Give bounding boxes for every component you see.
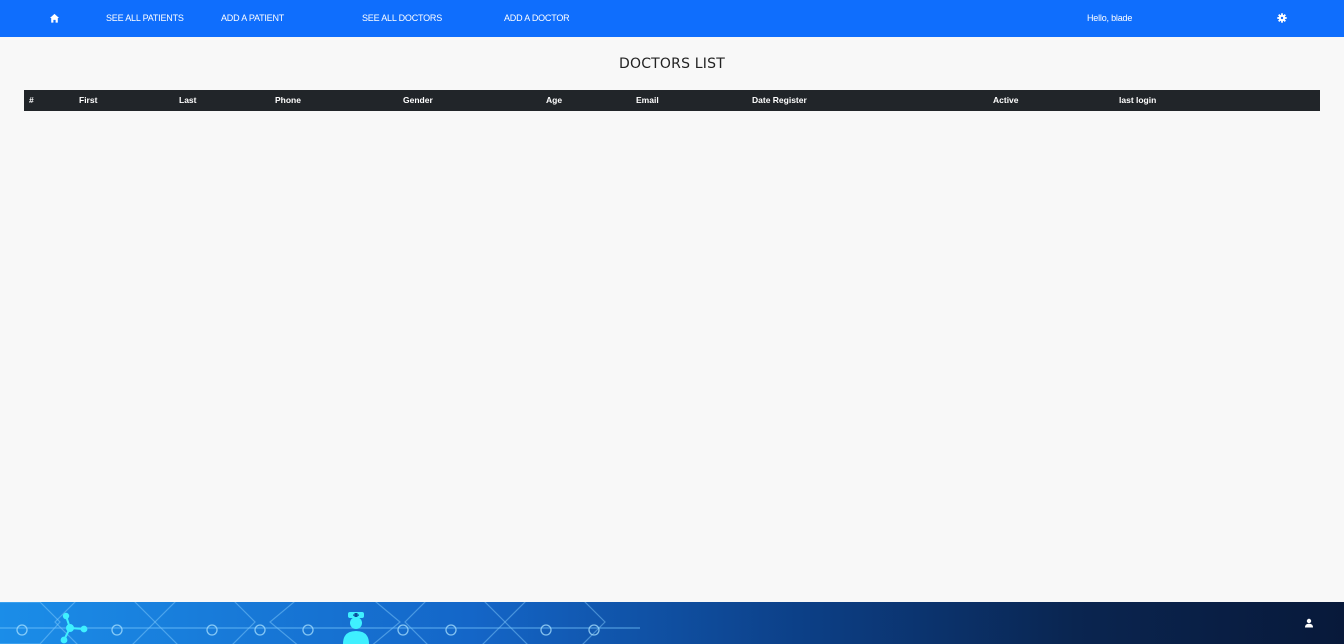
nav-see-all-doctors[interactable]: SEE ALL DOCTORS <box>362 0 442 37</box>
home-icon[interactable] <box>49 13 60 24</box>
column-header-gender: Gender <box>403 95 433 105</box>
doctors-table-header: # First Last Phone Gender Age Email Date… <box>24 90 1320 111</box>
gear-icon[interactable] <box>1277 13 1287 23</box>
nav-see-all-patients[interactable]: SEE ALL PATIENTS <box>106 0 184 37</box>
page-title: DOCTORS LIST <box>619 56 725 72</box>
column-header-last: Last <box>179 95 197 105</box>
column-header-phone: Phone <box>275 95 301 105</box>
column-header-email: Email <box>636 95 659 105</box>
column-header-age: Age <box>546 95 563 105</box>
nav-add-patient[interactable]: ADD A PATIENT <box>221 0 284 37</box>
user-icon[interactable] <box>1304 618 1314 628</box>
doctor-icon <box>343 612 369 644</box>
top-navbar: SEE ALL PATIENTS ADD A PATIENT SEE ALL D… <box>0 0 1344 37</box>
column-header-first: First <box>79 95 98 105</box>
molecule-icon <box>60 612 88 644</box>
column-header-date-register: Date Register <box>752 95 807 105</box>
column-header-number: # <box>29 95 34 105</box>
nav-add-doctor[interactable]: ADD A DOCTOR <box>504 0 570 37</box>
column-header-last-login: last login <box>1119 95 1157 105</box>
footer-banner <box>0 602 1344 644</box>
column-header-active: Active <box>993 95 1019 105</box>
hexagon-network-pattern <box>0 602 640 644</box>
user-greeting[interactable]: Hello, blade <box>1087 0 1132 37</box>
